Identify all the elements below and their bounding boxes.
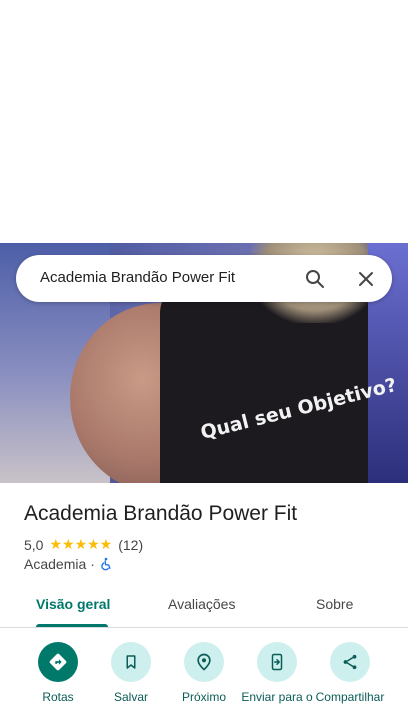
nearby-label: Próximo bbox=[181, 690, 226, 704]
nearby-circle bbox=[184, 642, 224, 682]
send-circle bbox=[257, 642, 297, 682]
search-bar[interactable]: Academia Brandão Power Fit bbox=[16, 255, 392, 302]
place-category: Academia bbox=[24, 556, 87, 572]
tab-reviews[interactable]: Avaliações bbox=[168, 596, 235, 612]
save-label: Salvar bbox=[113, 690, 148, 704]
close-icon[interactable] bbox=[354, 267, 378, 291]
place-title: Academia Brandão Power Fit bbox=[24, 502, 298, 525]
tab-active-indicator bbox=[36, 624, 108, 627]
send-to-phone-button[interactable]: Enviar para o bbox=[237, 642, 317, 704]
rating-row[interactable]: 5,0 ★★★★★ (12) bbox=[24, 536, 143, 553]
share-icon bbox=[343, 654, 357, 670]
nearby-button[interactable]: Próximo bbox=[164, 642, 244, 704]
rating-value: 5,0 bbox=[24, 536, 44, 553]
send-to-phone-icon bbox=[271, 653, 283, 671]
action-bar: Rotas Salvar Próximo Enviar para o Compa… bbox=[0, 640, 408, 726]
map-area-blank bbox=[0, 0, 408, 243]
place-tabs: Visão geral Avaliações Sobre bbox=[0, 586, 408, 628]
directions-icon bbox=[49, 653, 67, 671]
send-to-phone-label: Enviar para o bbox=[241, 690, 313, 704]
search-input[interactable]: Academia Brandão Power Fit bbox=[40, 269, 235, 286]
bookmark-icon bbox=[126, 655, 136, 669]
rating-stars: ★★★★★ bbox=[49, 536, 113, 552]
share-label: Compartilhar bbox=[315, 690, 385, 704]
tab-overview[interactable]: Visão geral bbox=[36, 596, 110, 612]
category-row: Academia · bbox=[24, 556, 113, 572]
directions-circle bbox=[38, 642, 78, 682]
review-count[interactable]: (12) bbox=[118, 537, 143, 553]
save-circle bbox=[111, 642, 151, 682]
search-icon[interactable] bbox=[303, 267, 327, 291]
share-circle bbox=[330, 642, 370, 682]
save-button[interactable]: Salvar bbox=[91, 642, 171, 704]
directions-label: Rotas bbox=[42, 690, 74, 704]
category-separator: · bbox=[90, 556, 95, 572]
tab-about[interactable]: Sobre bbox=[316, 596, 353, 612]
wheelchair-icon bbox=[101, 557, 111, 571]
nearby-icon bbox=[197, 653, 211, 671]
directions-button[interactable]: Rotas bbox=[18, 642, 98, 704]
share-button[interactable]: Compartilhar bbox=[310, 642, 390, 704]
